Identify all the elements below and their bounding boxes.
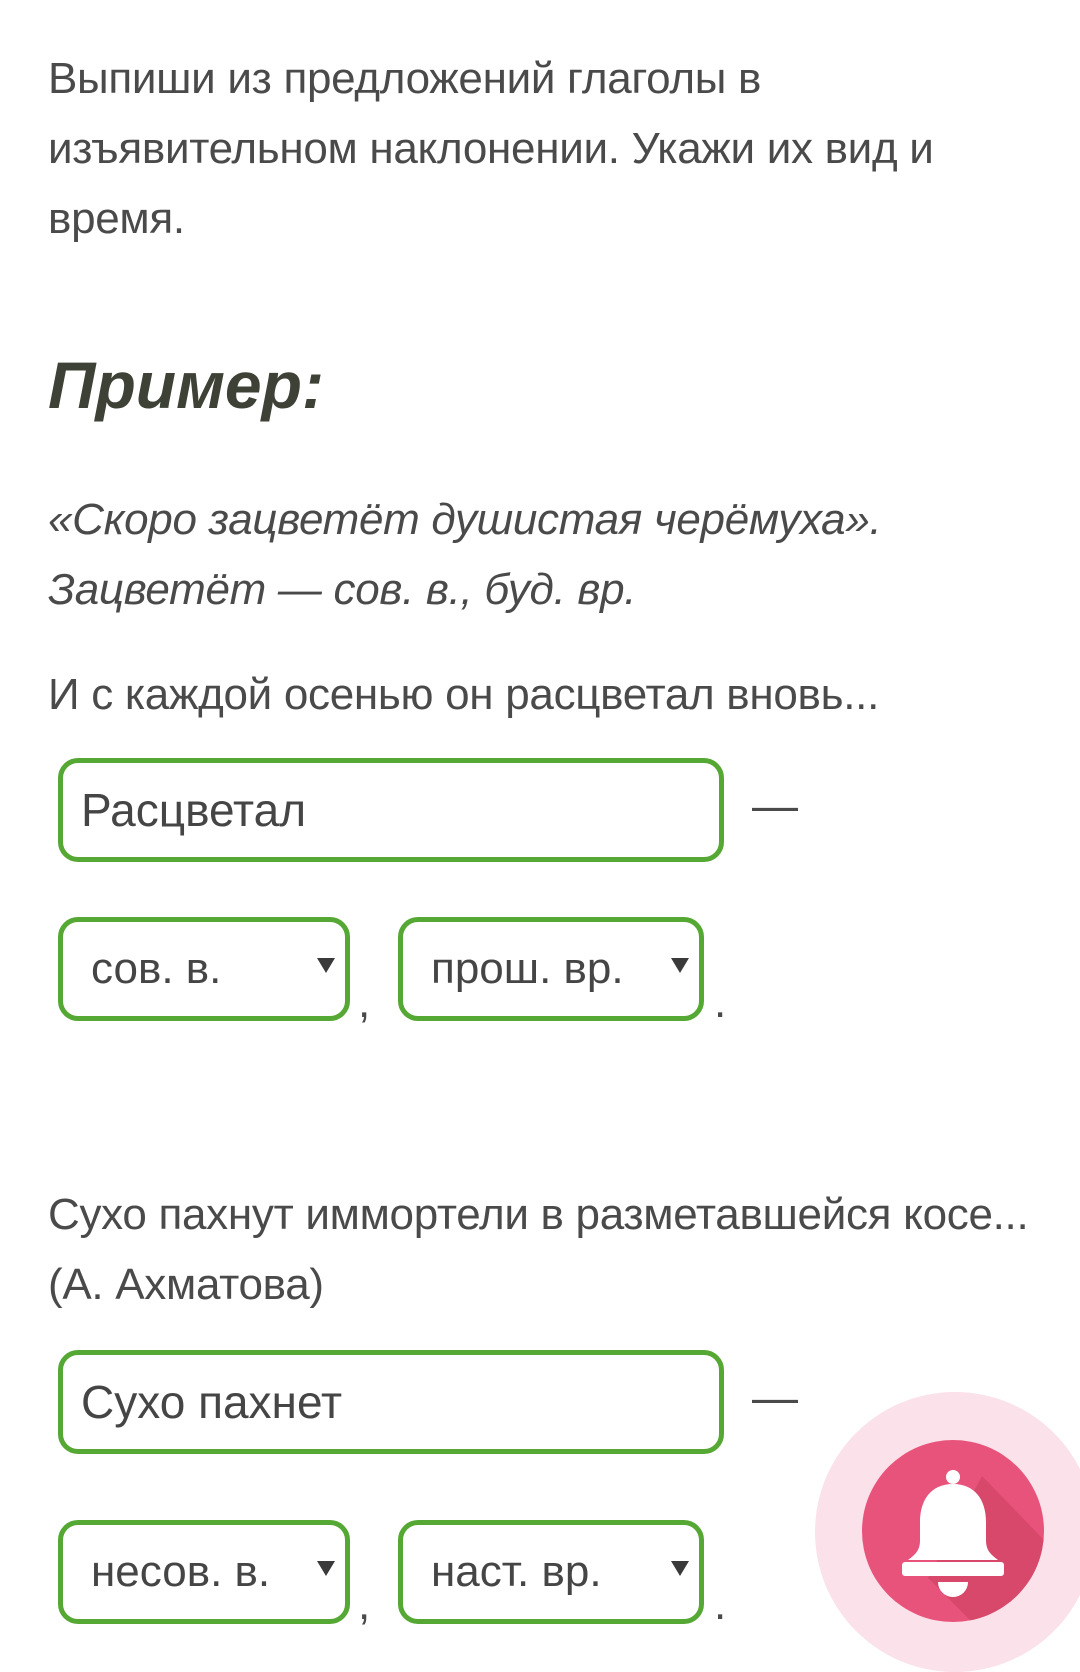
exercise-1-dash: — [752, 779, 798, 831]
dropdown-arrow-icon [317, 958, 335, 973]
dropdown-arrow-icon [671, 1561, 689, 1576]
exercise-1-sentence: И с каждой осенью он расцветал вновь... [48, 670, 880, 719]
exercise-2-tense-value: наст. вр. [431, 1547, 602, 1596]
exercise-1-comma: , [358, 978, 371, 1027]
exercise-1-tense-value: прош. вр. [431, 944, 624, 993]
exercise-2-aspect-value: несов. в. [91, 1547, 271, 1596]
example-answer: Зацветёт — сов. в., буд. вр. [48, 565, 637, 614]
example-sentence: «Скоро зацветёт душистая черёмуха». [48, 495, 882, 544]
exercise-2-sentence: Сухо пахнут иммортели в разметавшейся ко… [48, 1190, 1029, 1309]
exercise-2-comma: , [358, 1580, 371, 1629]
notification-button[interactable] [862, 1440, 1044, 1622]
bell-icon [902, 1470, 1044, 1622]
dropdown-arrow-icon [671, 958, 689, 973]
exercise-2-aspect-select[interactable]: несов. в. [58, 1520, 350, 1624]
task-instruction: Выпиши из предложений глаголы в изъявите… [48, 54, 934, 243]
exercise-1-aspect-value: сов. в. [91, 944, 222, 993]
exercise-2-tense-select[interactable]: наст. вр. [398, 1520, 704, 1624]
example-heading: Пример: [48, 348, 324, 422]
exercise-2-period: . [714, 1580, 727, 1629]
exercise-2-answer-input[interactable] [58, 1350, 724, 1454]
example-block: «Скоро зацветёт душистая черёмуха». Зацв… [48, 485, 1038, 625]
exercise-2-dash: — [752, 1371, 798, 1423]
exercise-1-tense-select[interactable]: прош. вр. [398, 917, 704, 1021]
dropdown-arrow-icon [317, 1561, 335, 1576]
exercise-1-period: . [714, 978, 727, 1027]
exercise-1-aspect-select[interactable]: сов. в. [58, 917, 350, 1021]
exercise-1-answer-input[interactable] [58, 758, 724, 862]
